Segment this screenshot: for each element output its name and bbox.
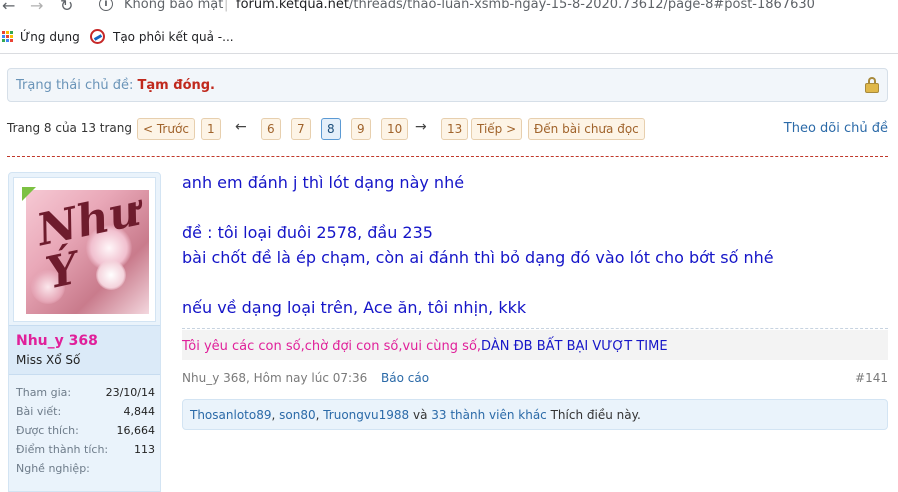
signature-text-pink: Tôi yêu các con số,chờ đợi con số,vui cù… xyxy=(182,339,482,354)
divider xyxy=(7,156,888,157)
right-arrow-icon: → xyxy=(415,119,427,135)
post-line: nếu về dạng loại trên, Ace ăn, tôi nhịn,… xyxy=(182,298,527,317)
follow-thread-link[interactable]: Theo dõi chủ đề xyxy=(784,121,888,136)
username-box: Nhu_y 368 Miss Xổ Số xyxy=(9,325,160,375)
info-icon[interactable]: i xyxy=(99,0,113,11)
online-badge-icon xyxy=(22,187,36,201)
reload-icon[interactable]: ↻ xyxy=(60,0,73,15)
avatar-frame: Như Ý xyxy=(13,177,156,322)
stat-occupation: Nghề nghiệp: xyxy=(16,462,90,475)
bookmark-apps[interactable]: Ứng dụng xyxy=(20,30,80,44)
signature: Tôi yêu các con số,chờ đợi con số,vui cù… xyxy=(182,330,888,360)
ketqua-favicon-icon xyxy=(90,29,105,44)
apps-grid-icon[interactable] xyxy=(2,31,13,42)
back-arrow-icon[interactable]: ← xyxy=(2,0,15,15)
stat-trophy: Điểm thành tích: 113 xyxy=(16,443,155,456)
unread-button[interactable]: Đến bài chưa đọc xyxy=(528,118,645,140)
post-line: anh em đánh j thì lót dạng này nhé xyxy=(182,173,465,192)
thread-status-bar: Trạng thái chủ đề: Tạm đóng. xyxy=(7,68,888,102)
page-6-button[interactable]: 6 xyxy=(261,118,281,140)
lock-icon xyxy=(865,77,879,93)
url-field[interactable]: forum.ketqua.net/threads/thao-luan-xsmb-… xyxy=(236,0,815,12)
page-1-button[interactable]: 1 xyxy=(201,118,221,140)
thread-status-label: Trạng thái chủ đề: Tạm đóng. xyxy=(16,78,215,93)
signature-divider xyxy=(182,328,888,329)
url-separator: | xyxy=(224,0,229,12)
page-info: Trang 8 của 13 trang xyxy=(7,121,133,135)
post-number[interactable]: #141 xyxy=(855,371,888,385)
left-arrow-icon: ← xyxy=(235,119,247,135)
page-8-button[interactable]: 8 xyxy=(321,118,341,140)
user-stats: Tham gia: 23/10/14 Bài viết: 4,844 Được th… xyxy=(16,384,155,479)
post-line: đề : tôi loại đuôi 2578, đầu 235 xyxy=(182,223,433,242)
stat-likes: Được thích: 16,664 xyxy=(16,424,155,437)
url-path: /threads/thao-luan-xsmb-ngay-15-8-2020.7… xyxy=(349,0,815,12)
url-host: forum.ketqua.net xyxy=(236,0,349,12)
not-secure-label[interactable]: Không bảo mật xyxy=(124,0,223,12)
like-user-link[interactable]: Thosanloto89 xyxy=(190,408,271,422)
user-title: Miss Xổ Số xyxy=(16,353,81,367)
page-9-button[interactable]: 9 xyxy=(351,118,371,140)
user-card: Như Ý Nhu_y 368 Miss Xổ Số Tham gia: 23/1… xyxy=(8,172,161,492)
stat-joined: Tham gia: 23/10/14 xyxy=(16,386,155,399)
report-link[interactable]: Báo cáo xyxy=(381,371,429,385)
post-line: bài chốt đề là ép chạm, còn ai đánh thì … xyxy=(182,248,774,267)
like-others-link[interactable]: 33 thành viên khác xyxy=(431,408,547,422)
like-user-link[interactable]: son80 xyxy=(279,408,315,422)
forward-arrow-icon[interactable]: → xyxy=(30,0,43,15)
page-7-button[interactable]: 7 xyxy=(291,118,311,140)
likes-bar: Thosanloto89, son80, Truongvu1988 và 33 … xyxy=(182,399,888,430)
like-user-link[interactable]: Truongvu1988 xyxy=(323,408,409,422)
post-author-date[interactable]: Nhu_y 368, Hôm nay lúc 07:36 xyxy=(182,371,367,385)
username[interactable]: Nhu_y 368 xyxy=(16,333,98,349)
thread-status-value: Tạm đóng. xyxy=(137,78,215,93)
next-page-button[interactable]: Tiếp > xyxy=(471,118,523,140)
stat-posts: Bài viết: 4,844 xyxy=(16,405,155,418)
avatar[interactable]: Như Ý xyxy=(26,190,149,314)
signature-text-blue: DÀN ĐB BẤT BẠI VƯỢT TIME xyxy=(481,339,668,354)
post-meta: Nhu_y 368, Hôm nay lúc 07:36 Báo cáo #14… xyxy=(182,371,888,389)
page-10-button[interactable]: 10 xyxy=(381,118,409,140)
prev-page-button[interactable]: < Trước xyxy=(137,118,195,140)
bookmark-tao-phoi[interactable]: Tạo phôi kết quả -... xyxy=(113,30,234,44)
browser-address-bar: ← → ↻ i Không bảo mật | forum.ketqua.net… xyxy=(0,0,898,22)
bookmarks-bar: Ứng dụng Tạo phôi kết quả -... xyxy=(0,22,898,54)
page-13-button[interactable]: 13 xyxy=(441,118,469,140)
